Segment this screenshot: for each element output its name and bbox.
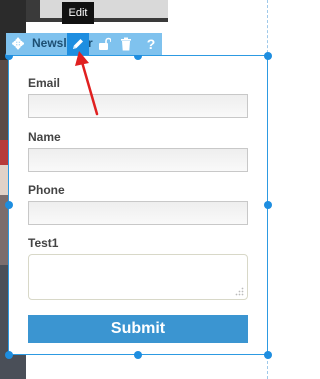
- resize-handle-bottom-right[interactable]: [264, 351, 272, 359]
- move-icon[interactable]: ✥: [8, 33, 28, 55]
- background-header-light: [40, 0, 168, 18]
- resize-handle-bottom[interactable]: [134, 351, 142, 359]
- trash-icon[interactable]: [116, 33, 136, 55]
- resize-handle-right[interactable]: [264, 201, 272, 209]
- help-icon[interactable]: ?: [142, 33, 160, 55]
- edit-tooltip: Edit: [62, 2, 94, 24]
- resize-handle-bottom-left[interactable]: [5, 351, 13, 359]
- edit-button[interactable]: [67, 33, 89, 55]
- resize-handle-top-right[interactable]: [264, 52, 272, 60]
- module-toolbar: Newsletter ✥ ?: [6, 33, 162, 55]
- resize-handle-left[interactable]: [5, 201, 13, 209]
- selection-frame: [8, 55, 268, 355]
- unlock-icon[interactable]: [94, 33, 114, 55]
- pencil-icon: [73, 39, 83, 49]
